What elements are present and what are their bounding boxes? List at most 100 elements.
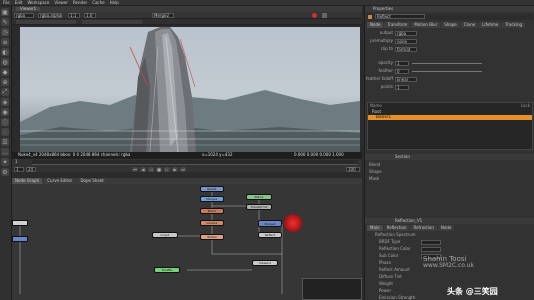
start-frame-field[interactable]: 1 — [14, 167, 24, 172]
node-blur1[interactable]: Blur1 — [200, 208, 224, 214]
feather-slider[interactable] — [412, 70, 482, 72]
3d-icon[interactable]: ◈ — [1, 98, 9, 106]
node-write1[interactable]: Write1 — [200, 234, 224, 240]
watermark-signature: 头条 @三笑园 — [447, 287, 498, 296]
prev-frame-icon[interactable]: ◀ — [140, 167, 146, 172]
node-roto1[interactable]: Roto1 — [246, 194, 272, 200]
section-row: Shape — [369, 169, 382, 174]
node-merge1[interactable]: Merge1 — [200, 196, 224, 202]
tab-motion-blur[interactable]: Motion Blur — [411, 22, 441, 28]
tab-node[interactable]: Node — [367, 22, 384, 28]
gamma-slider[interactable] — [82, 20, 142, 24]
menu-edit[interactable]: Edit — [15, 1, 23, 5]
viewer-image[interactable] — [20, 27, 360, 152]
node-shuffle[interactable]: Shuffle — [154, 267, 180, 273]
section-row: Blend — [369, 162, 381, 167]
format-info: Nuke4_v4 2048x864 bbox: 0 0 2048 864 cha… — [18, 152, 131, 157]
transform-icon[interactable]: ⤢ — [1, 88, 9, 96]
points-field[interactable]: 1 — [395, 84, 409, 90]
gain-slider[interactable] — [16, 20, 76, 24]
feather-falloff-dropdown[interactable]: linear — [395, 76, 417, 82]
menu-help[interactable]: Help — [110, 1, 119, 5]
keyer-icon[interactable]: ◆ — [1, 68, 9, 76]
opacity-field[interactable]: 1 — [395, 60, 409, 66]
draw-icon[interactable]: ✎ — [1, 18, 9, 26]
node-color-icon[interactable] — [368, 15, 372, 19]
channel-dropdown[interactable]: rgba — [14, 13, 34, 18]
fps-field[interactable]: 24 — [26, 167, 36, 172]
record-icon[interactable] — [312, 13, 317, 18]
stop-icon[interactable]: ■ — [156, 167, 162, 172]
tab-lifetime[interactable]: Lifetime — [479, 22, 502, 28]
views-icon[interactable]: ◉ — [1, 108, 9, 116]
furnace-icon[interactable]: ✦ — [1, 158, 9, 166]
tab-clone[interactable]: Clone — [460, 22, 479, 28]
color-icon[interactable]: ◐ — [1, 48, 9, 56]
watermark: Shahin Toosi www.SM2C.co.uk — [423, 256, 474, 269]
tab-tracking[interactable]: Tracking — [502, 22, 526, 28]
menu-file[interactable]: File — [3, 1, 10, 5]
particles-icon[interactable]: ∴ — [1, 128, 9, 136]
zoom-dropdown[interactable]: 1:1 — [68, 13, 80, 18]
first-frame-icon[interactable]: ⏮ — [132, 167, 138, 172]
time-icon[interactable]: ◷ — [1, 28, 9, 36]
menu-cache[interactable]: Cache — [92, 1, 104, 5]
brdf-type-dropdown[interactable] — [421, 240, 441, 245]
menu-render[interactable]: Render — [73, 1, 87, 5]
tab-refraction[interactable]: Refraction — [410, 225, 437, 231]
viewer-tab[interactable]: Viewer1 — [16, 7, 41, 11]
opacity-slider[interactable] — [412, 62, 482, 64]
timeline-ruler[interactable] — [32, 160, 358, 165]
play-back-icon[interactable]: ◁ — [148, 167, 154, 172]
tab-shape[interactable]: Shape — [441, 22, 460, 28]
clip-to-dropdown[interactable]: format — [395, 46, 417, 52]
node-input-left[interactable] — [12, 236, 28, 242]
list-item-selected[interactable]: Bezier1 — [368, 115, 532, 120]
knob-label: Reflect Amount — [379, 267, 410, 272]
tab-transform[interactable]: Transform — [384, 22, 411, 28]
menu-workspace[interactable]: Workspace — [27, 1, 49, 5]
node-read1[interactable]: Read1 — [200, 186, 224, 192]
exposure-field[interactable]: 1.0 — [84, 13, 96, 18]
properties-panel: Properties Reflect Node Transform Motion… — [364, 6, 534, 300]
alpha-dropdown[interactable]: rgba.alpha — [38, 13, 62, 18]
input-b-dropdown[interactable]: Merge2 — [152, 13, 174, 18]
node-transform1[interactable]: Transform1 — [246, 204, 272, 210]
channel-icon[interactable]: ≡ — [1, 38, 9, 46]
knob-label: feather — [378, 68, 393, 73]
tab-main[interactable]: Main — [367, 225, 383, 231]
tab-reflection[interactable]: Reflection — [383, 225, 410, 231]
viewer-node-icon[interactable] — [284, 214, 302, 232]
metadata-icon[interactable]: ⓘ — [1, 118, 9, 127]
reflection-color-field[interactable] — [421, 247, 441, 252]
next-frame-icon[interactable]: ▶ — [172, 167, 178, 172]
toolsets-icon[interactable]: ☰ — [1, 138, 9, 146]
node-merge2[interactable]: Merge2 — [258, 220, 282, 227]
left-toolbar: ▣ ✎ ◷ ≡ ◐ ◍ ◆ ⊕ ⤢ ◈ ◉ ⓘ ∴ ☰ … ✦ ⚙ — [0, 6, 12, 300]
node-crop1[interactable]: Crop1 — [152, 232, 178, 238]
node-backdrop-left[interactable] — [12, 220, 28, 226]
other-icon[interactable]: … — [1, 148, 9, 156]
node-name-field[interactable]: Reflect — [375, 14, 425, 19]
tab-node-2[interactable]: Node — [437, 225, 455, 231]
play-icon[interactable]: ▷ — [164, 167, 170, 172]
node-graph[interactable]: Read1 Merge1 Blur1 Grade1 Write1 Roto1 T… — [12, 184, 362, 300]
feather-field[interactable]: 0 — [395, 68, 409, 74]
menu-viewer[interactable]: Viewer — [54, 1, 68, 5]
filter-icon[interactable]: ◍ — [1, 58, 9, 66]
premultiply-dropdown[interactable]: none — [395, 38, 417, 44]
section-header: Reflection_V1 — [365, 218, 534, 224]
merge-icon[interactable]: ⊕ — [1, 78, 9, 86]
image-icon[interactable]: ▣ — [1, 8, 9, 16]
node-graph-navigator[interactable] — [302, 278, 362, 300]
last-frame-icon[interactable]: ⏭ — [180, 167, 186, 172]
node-grade1[interactable]: Grade1 — [200, 220, 224, 226]
node-reflect[interactable]: Reflect — [258, 232, 282, 238]
ofx-icon[interactable]: ⚙ — [1, 168, 9, 176]
knob-label: output — [379, 30, 393, 35]
node-name-row: Reflect — [367, 14, 533, 20]
roi-icon[interactable] — [322, 13, 327, 18]
end-frame-field[interactable]: 100 — [346, 167, 360, 172]
output-dropdown[interactable]: rgba — [395, 30, 417, 36]
node-viewer1[interactable]: Viewer1 — [252, 260, 278, 266]
